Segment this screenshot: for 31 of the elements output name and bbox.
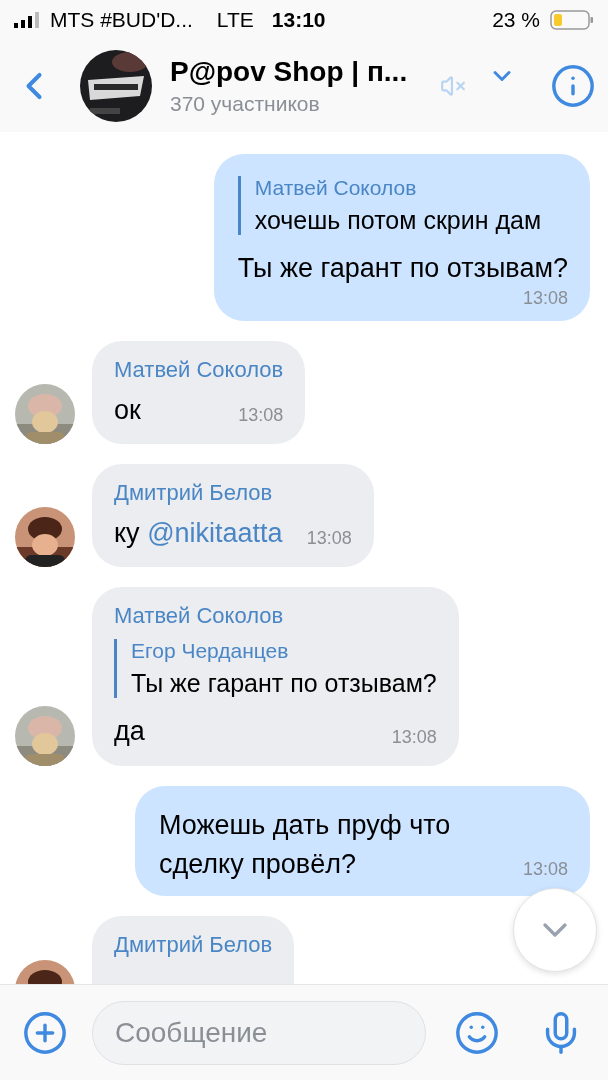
member-count: 370 участников (170, 92, 321, 116)
sender-name: Дмитрий Белов (114, 480, 274, 507)
message-time: 13:08 (306, 528, 352, 550)
battery-icon (550, 10, 594, 30)
message-time: 13:08 (522, 288, 568, 310)
message-text: ок (114, 394, 141, 428)
chat-title: P@pov Shop | п... (170, 56, 408, 88)
carrier-name: MTS #BUD'D... (50, 8, 193, 32)
emoji-button[interactable] (454, 1009, 500, 1056)
message-text: Ты же гарант по отзывам? (237, 252, 568, 285)
clock-time: 13:10 (271, 8, 326, 32)
message-time: 13:08 (522, 858, 568, 880)
reply-text: хочешь потом скрин дам (254, 206, 543, 235)
message-input[interactable]: Сообщение (92, 1000, 426, 1065)
signal-icon (14, 12, 40, 28)
mention-link[interactable]: @nikitaatta (147, 518, 283, 549)
battery-percent: 23 % (492, 8, 540, 32)
reply-author: Егор Черданцев (131, 639, 290, 664)
reply-text: Ты же гарант по отзывам? (131, 669, 437, 699)
message-time: 13:08 (391, 726, 437, 748)
sender-name: Матвей Соколов (114, 357, 284, 384)
info-icon[interactable] (550, 63, 596, 109)
sender-name: Дмитрий Белов (114, 931, 273, 958)
add-button[interactable] (22, 1009, 68, 1056)
message-text: ку @nikitaatta (114, 517, 283, 551)
message-time: 13:08 (238, 405, 284, 427)
sender-name: Матвей Соколов (114, 603, 285, 630)
reply-author: Матвей Соколов (254, 176, 418, 200)
message-text: Можешь дать пруф что сделку провёл? (158, 808, 452, 881)
network-type: LTE (216, 8, 254, 32)
message-text: да (114, 715, 145, 749)
